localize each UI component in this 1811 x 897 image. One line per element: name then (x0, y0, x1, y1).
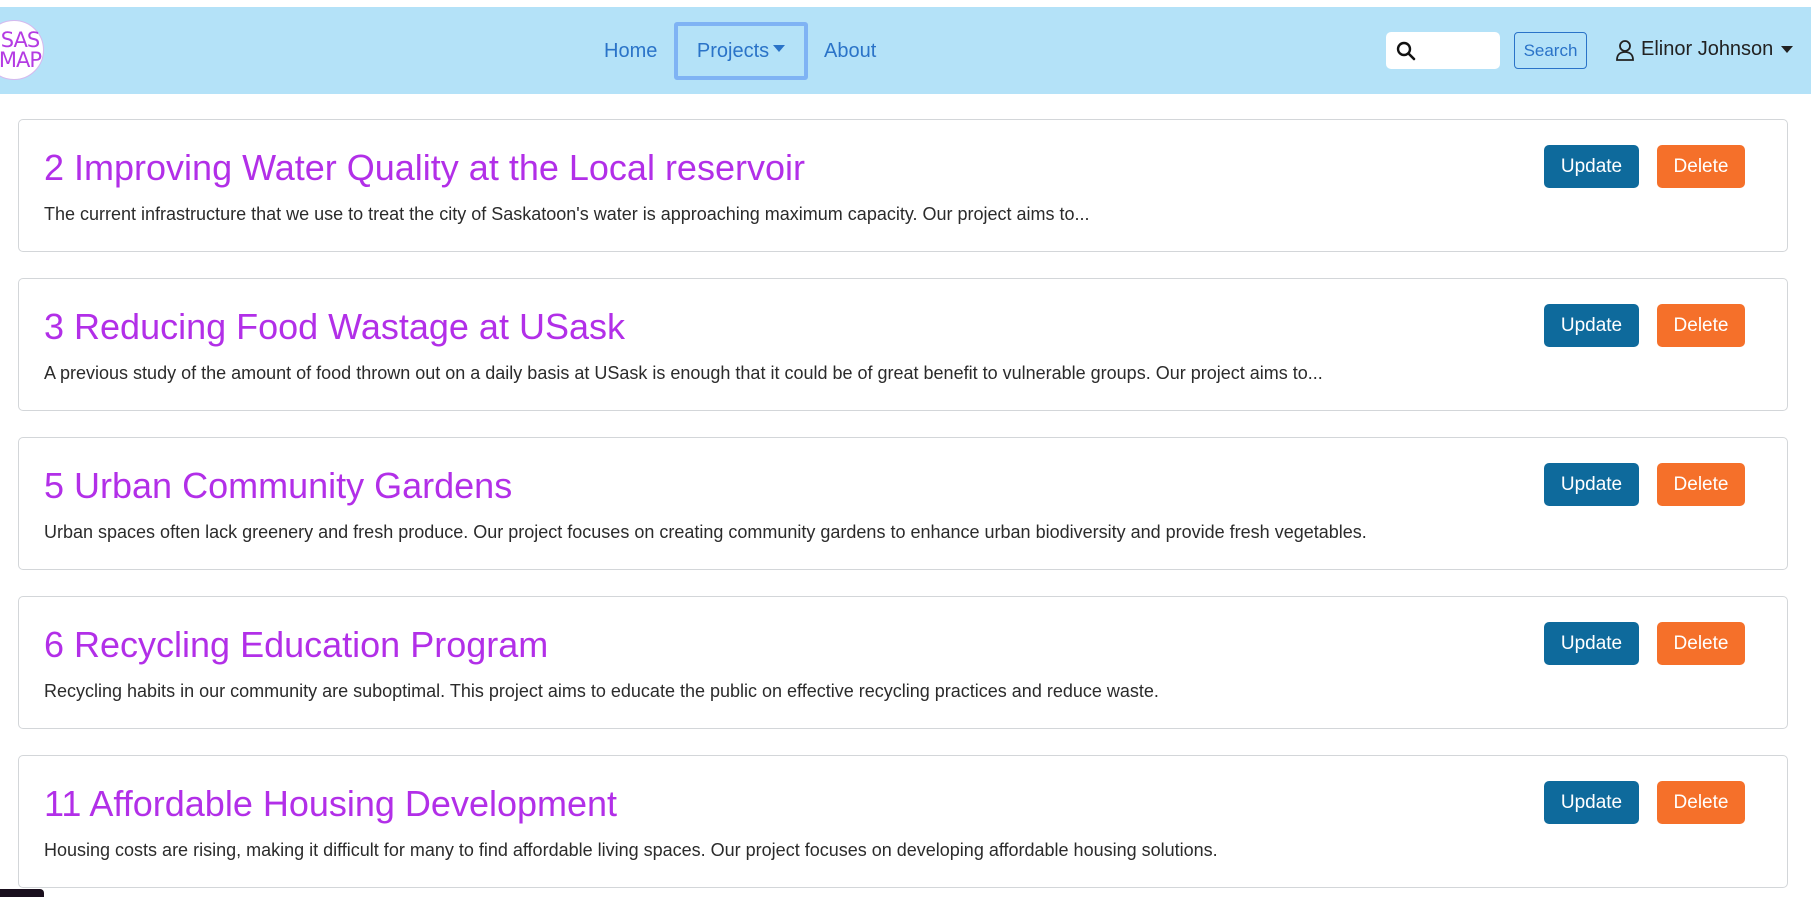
project-title[interactable]: 5 Urban Community Gardens (44, 464, 512, 508)
project-title[interactable]: 6 Recycling Education Program (44, 623, 548, 667)
update-button[interactable]: Update (1544, 781, 1639, 824)
top-strip (0, 0, 1811, 7)
delete-button[interactable]: Delete (1657, 145, 1745, 188)
project-title[interactable]: 11 Affordable Housing Development (44, 782, 617, 826)
delete-button[interactable]: Delete (1657, 781, 1745, 824)
sasmap-logo[interactable]: SAS MAP (0, 20, 44, 80)
search-input[interactable] (1422, 40, 1496, 61)
logo-line-1: SAS (0, 28, 40, 52)
delete-button[interactable]: Delete (1657, 304, 1745, 347)
nav-projects-dropdown[interactable]: Projects (674, 22, 808, 80)
project-card: 3 Reducing Food Wastage at USask A previ… (18, 278, 1788, 411)
update-button[interactable]: Update (1544, 463, 1639, 506)
nav-about-link[interactable]: About (824, 40, 876, 63)
project-card: 2 Improving Water Quality at the Local r… (18, 119, 1788, 252)
chevron-down-icon (1781, 46, 1794, 53)
project-card: 11 Affordable Housing Development Housin… (18, 755, 1788, 888)
project-title[interactable]: 2 Improving Water Quality at the Local r… (44, 146, 805, 190)
nav-home-link[interactable]: Home (604, 40, 657, 63)
project-description: A previous study of the amount of food t… (44, 363, 1323, 383)
search-field[interactable] (1386, 32, 1500, 69)
update-button[interactable]: Update (1544, 304, 1639, 347)
logo-line-2: MAP (0, 48, 42, 72)
search-button[interactable]: Search (1514, 32, 1587, 69)
update-button[interactable]: Update (1544, 622, 1639, 665)
user-name: Elinor Johnson (1641, 38, 1774, 60)
chevron-down-icon (773, 44, 786, 52)
project-description: Urban spaces often lack greenery and fre… (44, 522, 1367, 542)
page: SAS MAP Home Projects About Search Elino… (0, 0, 1811, 897)
project-description: Recycling habits in our community are su… (44, 681, 1159, 701)
project-title[interactable]: 3 Reducing Food Wastage at USask (44, 305, 625, 349)
corner-overlay (0, 889, 44, 897)
delete-button[interactable]: Delete (1657, 463, 1745, 506)
project-card: 6 Recycling Education Program Recycling … (18, 596, 1788, 729)
project-description: The current infrastructure that we use t… (44, 204, 1090, 224)
update-button[interactable]: Update (1544, 145, 1639, 188)
search-icon (1396, 41, 1416, 60)
nav-projects-label: Projects (696, 39, 770, 62)
user-menu[interactable]: Elinor Johnson (1615, 38, 1794, 61)
project-card: 5 Urban Community Gardens Urban spaces o… (18, 437, 1788, 570)
delete-button[interactable]: Delete (1657, 622, 1745, 665)
project-description: Housing costs are rising, making it diff… (44, 840, 1218, 860)
user-icon (1616, 39, 1634, 61)
